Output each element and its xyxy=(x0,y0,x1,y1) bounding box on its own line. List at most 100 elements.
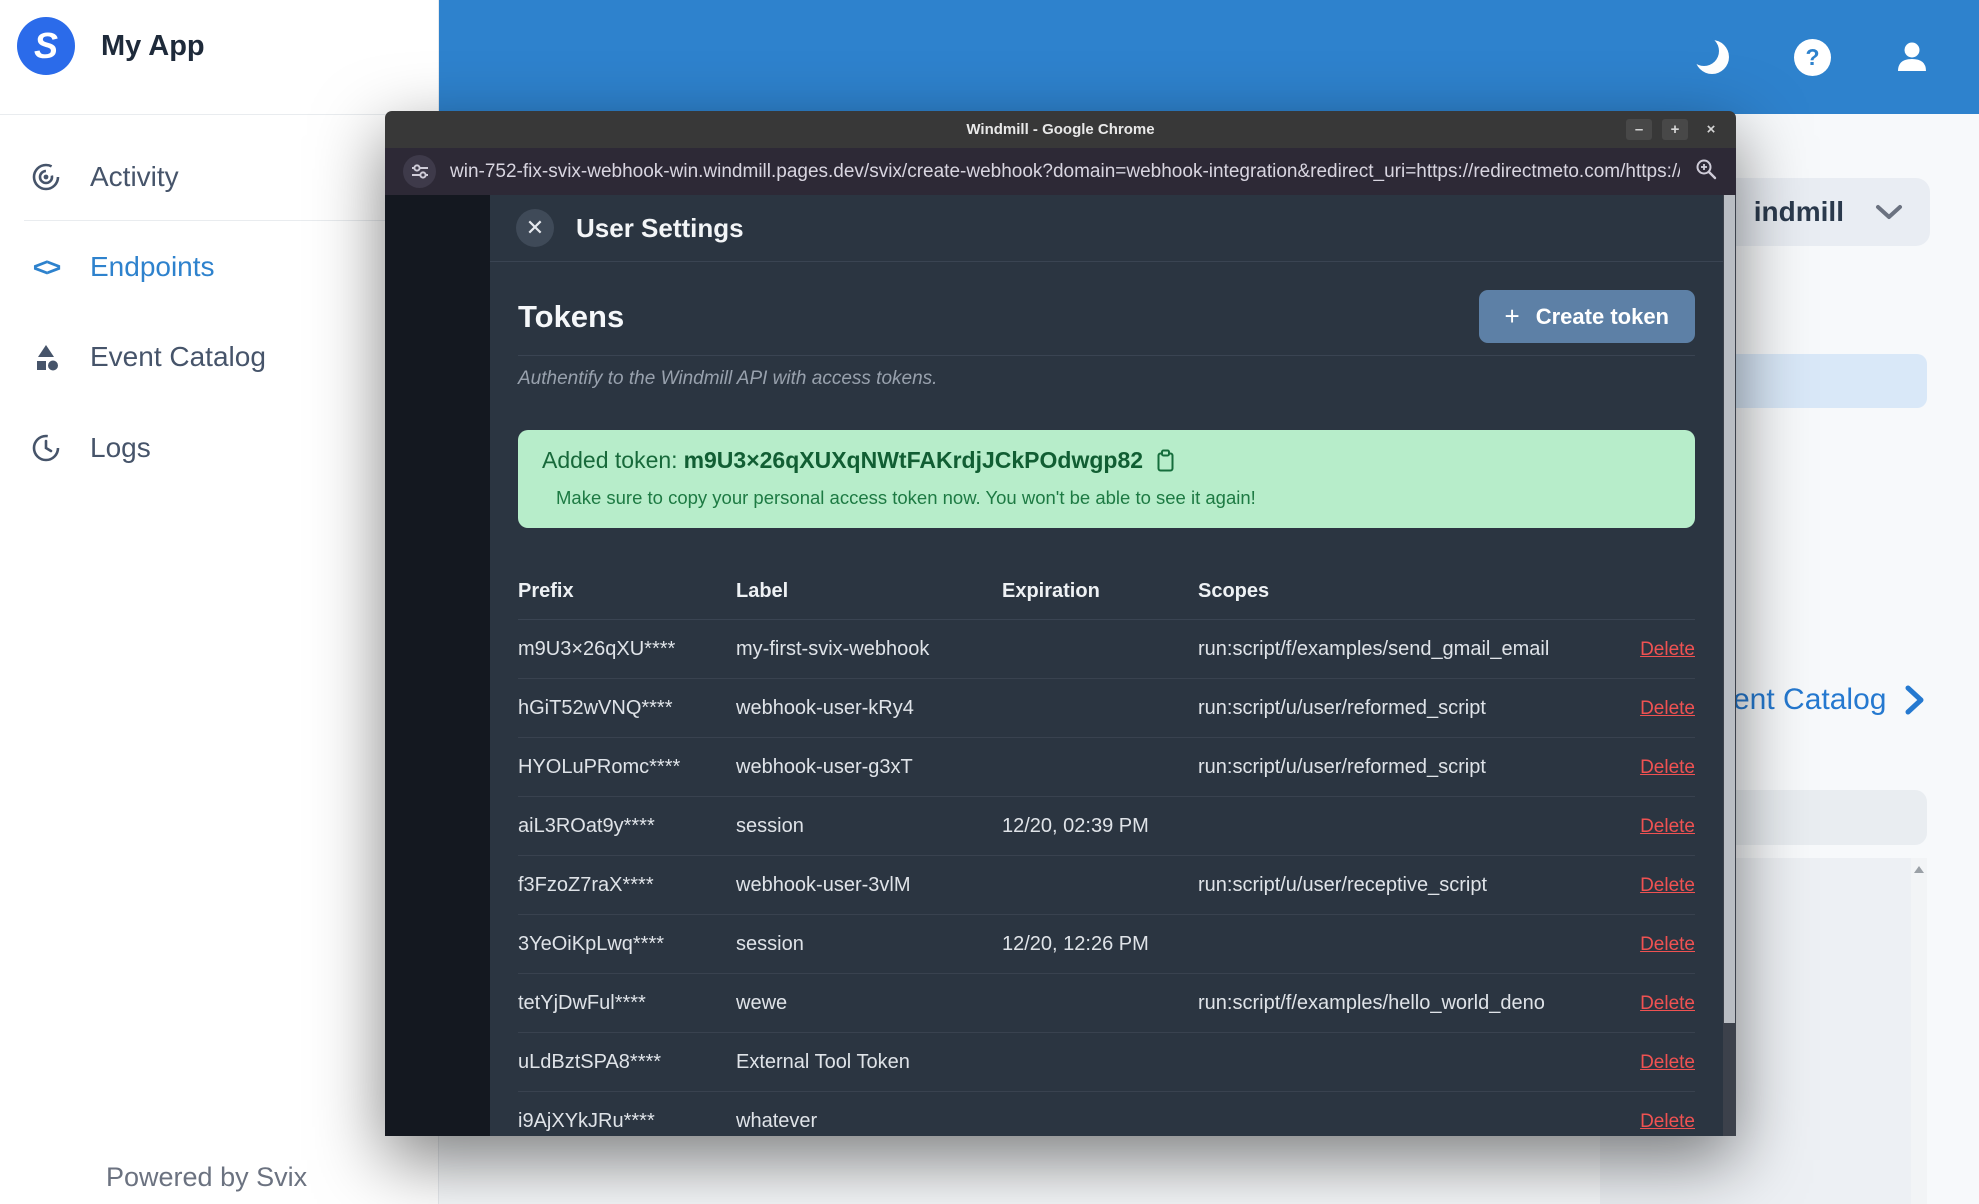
dark-mode-moon-icon[interactable] xyxy=(1692,37,1732,77)
sidebar-item-logs[interactable]: Logs xyxy=(0,424,439,472)
tokens-section-title: Tokens xyxy=(518,298,625,334)
powered-by-svix: Powered by Svix xyxy=(106,1162,308,1192)
sidebar-item-endpoints[interactable]: <> Endpoints xyxy=(0,243,439,291)
maximize-button[interactable]: + xyxy=(1662,119,1688,140)
chevron-down-icon xyxy=(1874,203,1904,221)
col-header-prefix: Prefix xyxy=(518,580,574,602)
drawer-title: User Settings xyxy=(576,212,744,243)
token-label: webhook-user-3vlM xyxy=(736,873,911,896)
create-token-button[interactable]: + Create token xyxy=(1478,290,1695,343)
sidebar-item-activity[interactable]: Activity xyxy=(0,153,439,201)
zoom-magnifier-icon[interactable] xyxy=(1694,157,1718,186)
copy-clipboard-icon[interactable] xyxy=(1155,449,1176,473)
token-prefix: i9AjXYkJRu**** xyxy=(518,1109,655,1132)
url-input[interactable]: win-752-fix-svix-webhook-win.windmill.pa… xyxy=(450,161,1680,183)
token-label: my-first-svix-webhook xyxy=(736,637,930,660)
close-window-button[interactable]: × xyxy=(1698,119,1724,140)
workspace-label: indmill xyxy=(1753,196,1844,227)
site-settings-icon[interactable] xyxy=(403,155,436,188)
dimmed-page-backdrop[interactable] xyxy=(385,195,490,1136)
token-scopes: run:script/f/examples/hello_world_deno xyxy=(1198,991,1545,1014)
app-brand: S My App xyxy=(0,0,438,75)
col-header-label: Label xyxy=(736,580,789,602)
user-profile-icon[interactable] xyxy=(1893,38,1931,76)
token-prefix: uLdBztSPA8**** xyxy=(518,1050,662,1073)
token-prefix: m9U3×26qXU**** xyxy=(518,637,676,660)
panel-scrollbar[interactable] xyxy=(1911,858,1927,1204)
table-row: HYOLuPRomc**** webhook-user-g3xT run:scr… xyxy=(518,738,1695,797)
table-row: tetYjDwFul**** wewe run:script/f/example… xyxy=(518,974,1695,1033)
section-divider xyxy=(518,355,1695,356)
token-scopes: run:script/u/user/reformed_script xyxy=(1198,696,1486,719)
sidebar-item-event-catalog[interactable]: Event Catalog xyxy=(0,333,439,381)
delete-token-link[interactable]: Delete xyxy=(1640,875,1695,896)
help-icon[interactable]: ? xyxy=(1794,38,1831,76)
token-label: webhook-user-kRy4 xyxy=(736,696,914,719)
table-row: 3YeOiKpLwq**** session 12/20, 12:26 PM D… xyxy=(518,915,1695,974)
token-prefix: f3FzoZ7raX**** xyxy=(518,873,654,896)
tokens-table-header: Prefix Label Expiration Scopes xyxy=(518,566,1695,620)
token-scopes: run:script/u/user/reformed_script xyxy=(1198,755,1486,778)
event-catalog-link-label: ent Catalog xyxy=(1733,683,1887,716)
sidebar-item-label: Event Catalog xyxy=(90,341,266,372)
delete-token-link[interactable]: Delete xyxy=(1640,1111,1695,1132)
col-header-expiration: Expiration xyxy=(1002,580,1100,602)
token-label: External Tool Token xyxy=(736,1050,910,1073)
table-row: uLdBztSPA8**** External Tool Token Delet… xyxy=(518,1033,1695,1092)
token-expiration: 12/20, 02:39 PM xyxy=(1002,814,1149,837)
token-warning-note: Make sure to copy your personal access t… xyxy=(556,487,1256,508)
create-token-label: Create token xyxy=(1535,303,1669,329)
tokens-section-subtitle: Authentify to the Windmill API with acce… xyxy=(518,368,938,389)
drawer-body: Tokens + Create token Authentify to the … xyxy=(490,262,1723,1136)
chrome-titlebar[interactable]: Windmill - Google Chrome – + × xyxy=(385,111,1736,148)
table-row: f3FzoZ7raX**** webhook-user-3vlM run:scr… xyxy=(518,856,1695,915)
sidebar-item-label: Logs xyxy=(90,432,151,463)
token-scopes: run:script/u/user/receptive_script xyxy=(1198,873,1488,896)
token-prefix: hGiT52wVNQ**** xyxy=(518,696,673,719)
scrollbar-thumb[interactable] xyxy=(1724,195,1735,1024)
chrome-window: Windmill - Google Chrome – + × win-752-f… xyxy=(385,111,1736,1136)
delete-token-link[interactable]: Delete xyxy=(1640,816,1695,837)
delete-token-link[interactable]: Delete xyxy=(1640,993,1695,1014)
token-scopes: run:script/f/examples/send_gmail_email xyxy=(1198,637,1550,660)
close-drawer-button[interactable]: ✕ xyxy=(516,209,554,247)
token-label: session xyxy=(736,932,804,955)
token-prefix: 3YeOiKpLwq**** xyxy=(518,932,665,955)
delete-token-link[interactable]: Delete xyxy=(1640,639,1695,660)
chrome-urlbar: win-752-fix-svix-webhook-win.windmill.pa… xyxy=(385,148,1736,195)
delete-token-link[interactable]: Delete xyxy=(1640,698,1695,719)
drawer-header: ✕ User Settings xyxy=(490,195,1723,262)
user-settings-drawer: ✕ User Settings Tokens + Create token Au… xyxy=(490,195,1723,1136)
token-prefix: aiL3ROat9y**** xyxy=(518,814,655,837)
activity-icon xyxy=(28,161,64,193)
sidebar-item-label: Endpoints xyxy=(90,251,215,282)
table-row: aiL3ROat9y**** session 12/20, 02:39 PM D… xyxy=(518,797,1695,856)
tokens-table: Prefix Label Expiration Scopes m9U3×26qX… xyxy=(518,566,1695,1136)
app-header: ? xyxy=(439,0,1979,114)
table-row: m9U3×26qXU**** my-first-svix-webhook run… xyxy=(518,620,1695,679)
sidebar: S My App Activity <> Endpoints Event Cat… xyxy=(0,0,439,1204)
event-catalog-link[interactable]: ent Catalog xyxy=(1733,683,1926,717)
delete-token-link[interactable]: Delete xyxy=(1640,1052,1695,1073)
code-brackets-icon: <> xyxy=(32,251,61,282)
app-name: My App xyxy=(101,29,205,62)
sidebar-divider xyxy=(24,220,439,221)
token-expiration: 12/20, 12:26 PM xyxy=(1002,932,1149,955)
token-prefix: HYOLuPRomc**** xyxy=(518,755,681,778)
delete-token-link[interactable]: Delete xyxy=(1640,757,1695,778)
svix-logo: S xyxy=(17,17,75,75)
delete-token-link[interactable]: Delete xyxy=(1640,934,1695,955)
token-label: wewe xyxy=(736,991,788,1014)
minimize-button[interactable]: – xyxy=(1626,119,1652,140)
window-title: Windmill - Google Chrome xyxy=(966,121,1155,138)
table-row: i9AjXYkJRu**** whatever Delete xyxy=(518,1092,1695,1136)
shapes-icon xyxy=(28,341,64,373)
table-row: hGiT52wVNQ**** webhook-user-kRy4 run:scr… xyxy=(518,679,1695,738)
token-label: whatever xyxy=(736,1109,818,1132)
sidebar-divider xyxy=(0,114,439,115)
history-clock-icon xyxy=(28,432,64,464)
window-scrollbar[interactable] xyxy=(1723,195,1736,1136)
token-prefix: tetYjDwFul**** xyxy=(518,991,646,1014)
token-created-banner: Added token: m9U3×26qXUXqNWtFAKrdjJCkPOd… xyxy=(518,430,1695,528)
plus-icon: + xyxy=(1504,301,1520,331)
